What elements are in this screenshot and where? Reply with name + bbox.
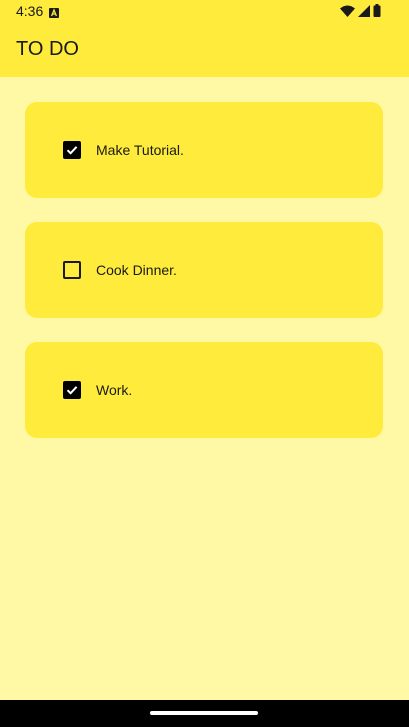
checkmark-icon xyxy=(66,386,78,395)
status-bar: 4:36 xyxy=(0,0,409,22)
checkmark-icon xyxy=(66,146,78,155)
status-time: 4:36 xyxy=(16,3,44,19)
notification-a-icon xyxy=(49,5,59,18)
wifi-icon xyxy=(340,5,355,17)
todo-label: Work. xyxy=(96,382,133,398)
todo-checkbox[interactable] xyxy=(63,381,81,399)
todo-item[interactable]: Cook Dinner. xyxy=(25,222,383,318)
todo-label: Make Tutorial. xyxy=(96,142,184,158)
battery-icon xyxy=(373,4,381,17)
home-gesture-handle[interactable] xyxy=(150,711,258,715)
navigation-bar xyxy=(0,700,409,727)
todo-checkbox[interactable] xyxy=(63,141,81,159)
todo-item[interactable]: Work. xyxy=(25,342,383,438)
todo-item[interactable]: Make Tutorial. xyxy=(25,102,383,198)
todo-label: Cook Dinner. xyxy=(96,262,177,278)
status-icons xyxy=(340,4,381,17)
signal-icon xyxy=(358,4,370,17)
app-bar: 4:36 TO DO xyxy=(0,0,409,77)
page-title: TO DO xyxy=(16,38,79,60)
todo-list: Make Tutorial. Cook Dinner. Work. xyxy=(25,102,383,462)
todo-checkbox[interactable] xyxy=(63,261,81,279)
